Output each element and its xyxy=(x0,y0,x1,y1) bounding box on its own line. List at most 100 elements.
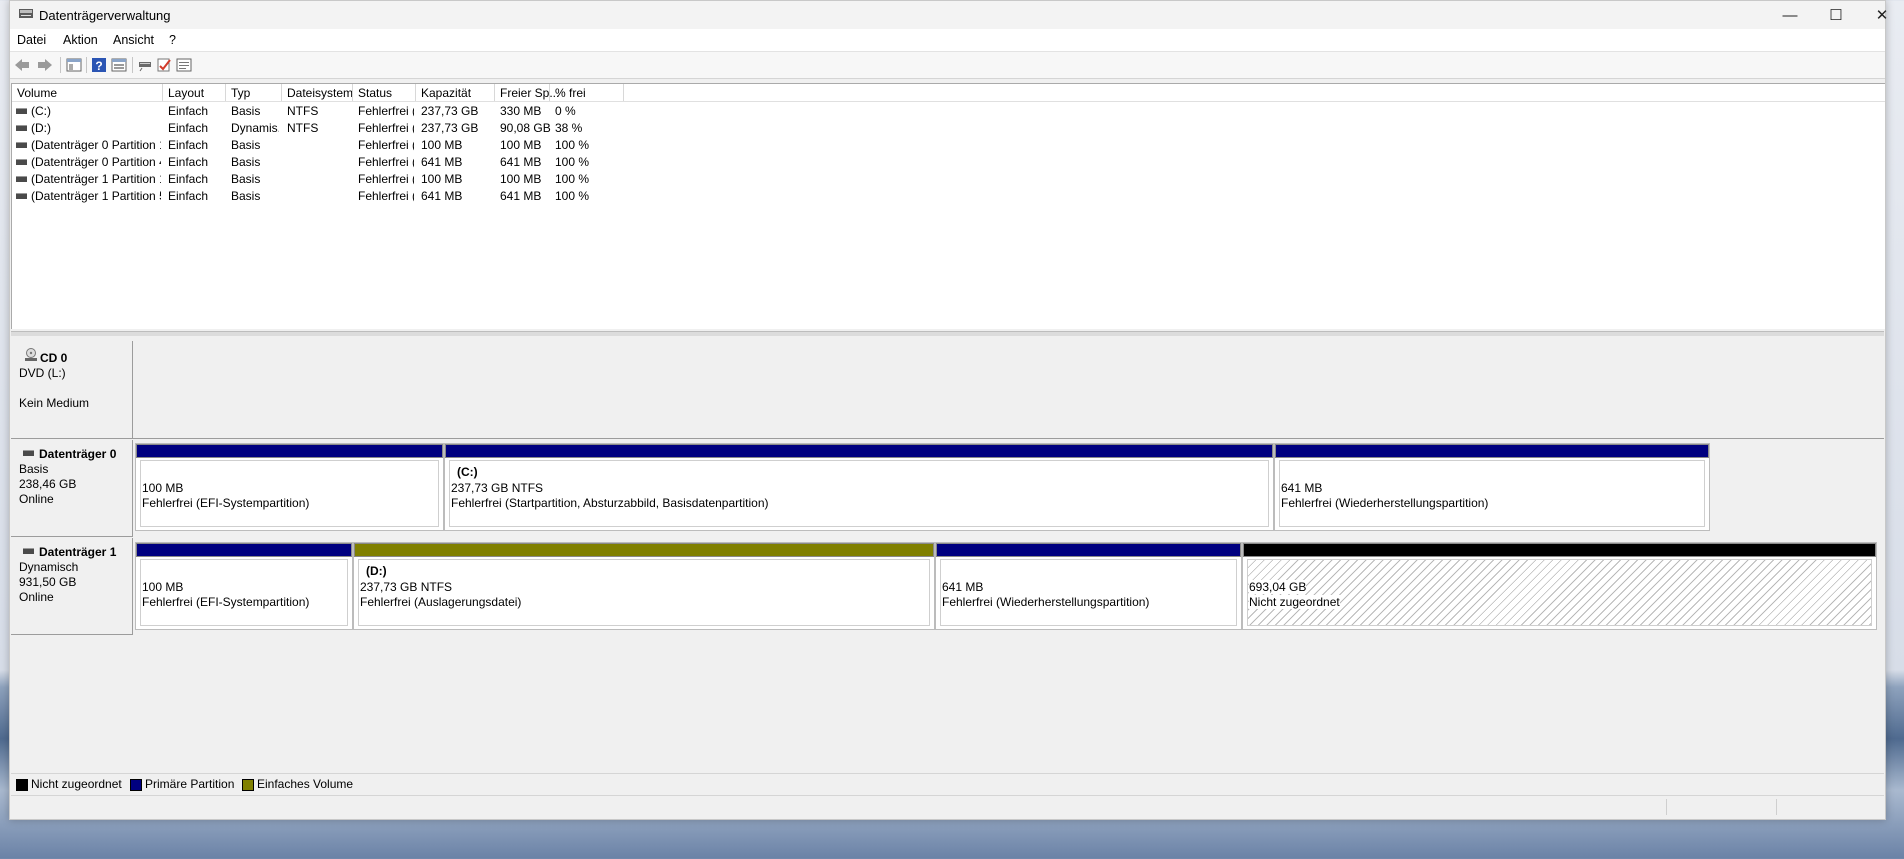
disk1-name: Datenträger 1 xyxy=(39,545,117,559)
menu-help[interactable]: ? xyxy=(169,33,176,47)
disk1-kind: Dynamisch xyxy=(19,560,79,574)
window-title: Datenträgerverwaltung xyxy=(39,8,171,23)
partition-status: Fehlerfrei (Wiederherstellungspartition) xyxy=(1281,496,1489,510)
volume-layout: Einfach xyxy=(168,189,209,203)
connect-icon[interactable] xyxy=(136,56,154,73)
volume-capacity: 237,73 GB xyxy=(421,121,479,135)
volume-capacity: 100 MB xyxy=(421,172,463,186)
column-header-dateisystem[interactable]: Dateisystem xyxy=(287,86,353,100)
volume-name: (C:) xyxy=(31,104,51,118)
partition-size: 237,73 GB NTFS xyxy=(360,580,453,594)
drive-icon xyxy=(16,142,27,148)
menu-aktion[interactable]: Aktion xyxy=(63,33,98,47)
cd0-media: Kein Medium xyxy=(19,396,90,410)
volume-percent-free: 38 % xyxy=(555,121,583,135)
check-disk-icon[interactable] xyxy=(155,56,173,73)
volume-row[interactable]: (Datenträger 0 Partition 4) Einfach Basi… xyxy=(12,153,1885,170)
disk1-partition-d[interactable]: (D:) 237,73 GB NTFS Fehlerfrei (Auslager… xyxy=(353,542,935,630)
svg-text:?: ? xyxy=(95,59,102,73)
volume-row[interactable]: (Datenträger 1 Partition 1) Einfach Basi… xyxy=(12,170,1885,187)
partition-size: 641 MB xyxy=(1281,481,1323,495)
legend: Nicht zugeordnet Primäre Partition Einfa… xyxy=(11,773,1884,794)
menu-bar: Datei Aktion Ansicht ? xyxy=(10,29,1885,52)
volume-fs: NTFS xyxy=(287,104,319,118)
volume-percent-free: 100 % xyxy=(555,172,590,186)
volume-name: (Datenträger 0 Partition 4) xyxy=(31,155,161,169)
disk0-partition-c[interactable]: (C:) 237,73 GB NTFS Fehlerfrei (Startpar… xyxy=(444,443,1274,531)
forward-arrow-icon[interactable] xyxy=(36,56,54,73)
volume-row[interactable]: (Datenträger 0 Partition 1) Einfach Basi… xyxy=(12,136,1885,153)
column-header-freier-speicher[interactable]: Freier Sp... xyxy=(500,86,559,100)
volume-typ: Basis xyxy=(231,189,261,203)
legend-swatch-simple xyxy=(242,779,254,791)
partition-title: (D:) xyxy=(366,564,387,578)
partition-status: Fehlerfrei (Auslagerungsdatei) xyxy=(360,595,522,609)
volume-name: (D:) xyxy=(31,121,51,135)
volume-status: Fehlerfrei (... xyxy=(358,172,414,186)
pane-splitter[interactable] xyxy=(11,331,1884,336)
volume-capacity: 641 MB xyxy=(421,189,463,203)
drive-icon xyxy=(16,108,27,114)
column-header-status[interactable]: Status xyxy=(358,86,392,100)
column-header-prozent-frei[interactable]: % frei xyxy=(555,86,586,100)
volume-capacity: 100 MB xyxy=(421,138,463,152)
volume-fs: NTFS xyxy=(287,121,319,135)
volume-capacity: 237,73 GB xyxy=(421,104,479,118)
disk1-partition-recovery[interactable]: 641 MB Fehlerfrei (Wiederherstellungspar… xyxy=(935,542,1242,630)
volume-row[interactable]: (C:) Einfach Basis NTFS Fehlerfrei (... … xyxy=(12,102,1885,119)
disk1-label[interactable]: Datenträger 1 Dynamisch 931,50 GB Online xyxy=(11,538,133,635)
cd0-label[interactable]: CD 0 DVD (L:) Kein Medium xyxy=(11,341,133,439)
disk1-state: Online xyxy=(19,590,54,604)
column-header-layout[interactable]: Layout xyxy=(168,86,204,100)
volume-free: 100 MB xyxy=(500,138,542,152)
column-header-kapazitaet[interactable]: Kapazität xyxy=(421,86,471,100)
minimize-button[interactable]: — xyxy=(1767,1,1813,29)
volume-free: 100 MB xyxy=(500,172,542,186)
primary-partition-bar xyxy=(445,444,1273,458)
volume-layout: Einfach xyxy=(168,172,209,186)
volume-percent-free: 0 % xyxy=(555,104,576,118)
properties-icon[interactable] xyxy=(110,56,128,73)
close-button[interactable]: ✕ xyxy=(1859,1,1904,29)
volume-status: Fehlerfrei (... xyxy=(358,104,414,118)
primary-partition-bar xyxy=(1275,444,1709,458)
volume-status: Fehlerfrei (... xyxy=(358,189,414,203)
partition-status: Fehlerfrei (Startpartition, Absturzabbil… xyxy=(451,496,769,510)
volume-layout: Einfach xyxy=(168,121,209,135)
volume-row[interactable]: (Datenträger 1 Partition 5) Einfach Basi… xyxy=(12,187,1885,204)
volume-list-header: Volume Layout Typ Dateisystem Status Kap… xyxy=(12,84,1885,102)
column-header-volume[interactable]: Volume xyxy=(17,86,57,100)
toolbar: ? xyxy=(10,52,1885,79)
partition-status: Nicht zugeordnet xyxy=(1249,595,1340,609)
volume-name: (Datenträger 1 Partition 1) xyxy=(31,172,161,186)
disk1-partition-efi[interactable]: 100 MB Fehlerfrei (EFI-Systempartition) xyxy=(135,542,353,630)
partition-status: Fehlerfrei (EFI-Systempartition) xyxy=(142,595,310,609)
volume-layout: Einfach xyxy=(168,155,209,169)
settings-list-icon[interactable] xyxy=(175,56,193,73)
volume-list: Volume Layout Typ Dateisystem Status Kap… xyxy=(11,83,1885,329)
volume-free: 330 MB xyxy=(500,104,542,118)
menu-datei[interactable]: Datei xyxy=(17,33,46,47)
disk0-partition-recovery[interactable]: 641 MB Fehlerfrei (Wiederherstellungspar… xyxy=(1274,443,1710,531)
legend-primary: Primäre Partition xyxy=(145,777,235,791)
console-tree-icon[interactable] xyxy=(65,56,83,73)
partition-title: (C:) xyxy=(457,465,478,479)
volume-layout: Einfach xyxy=(168,138,209,152)
disk0-state: Online xyxy=(19,492,54,506)
volume-typ: Basis xyxy=(231,172,261,186)
volume-typ: Basis xyxy=(231,155,261,169)
help-icon[interactable]: ? xyxy=(90,56,108,73)
volume-capacity: 641 MB xyxy=(421,155,463,169)
volume-layout: Einfach xyxy=(168,104,209,118)
column-header-typ[interactable]: Typ xyxy=(231,86,250,100)
disk1-unallocated[interactable]: 693,04 GB Nicht zugeordnet xyxy=(1242,542,1877,630)
back-arrow-icon[interactable] xyxy=(13,56,31,73)
disk0-partition-efi[interactable]: 100 MB Fehlerfrei (EFI-Systempartition) xyxy=(135,443,444,531)
volume-row[interactable]: (D:) Einfach Dynamis... NTFS Fehlerfrei … xyxy=(12,119,1885,136)
volume-name: (Datenträger 1 Partition 5) xyxy=(31,189,161,203)
volume-status: Fehlerfrei (... xyxy=(358,121,414,135)
menu-ansicht[interactable]: Ansicht xyxy=(113,33,154,47)
volume-status: Fehlerfrei (... xyxy=(358,138,414,152)
disk0-label[interactable]: Datenträger 0 Basis 238,46 GB Online xyxy=(11,440,133,537)
maximize-button[interactable]: ☐ xyxy=(1813,1,1859,29)
